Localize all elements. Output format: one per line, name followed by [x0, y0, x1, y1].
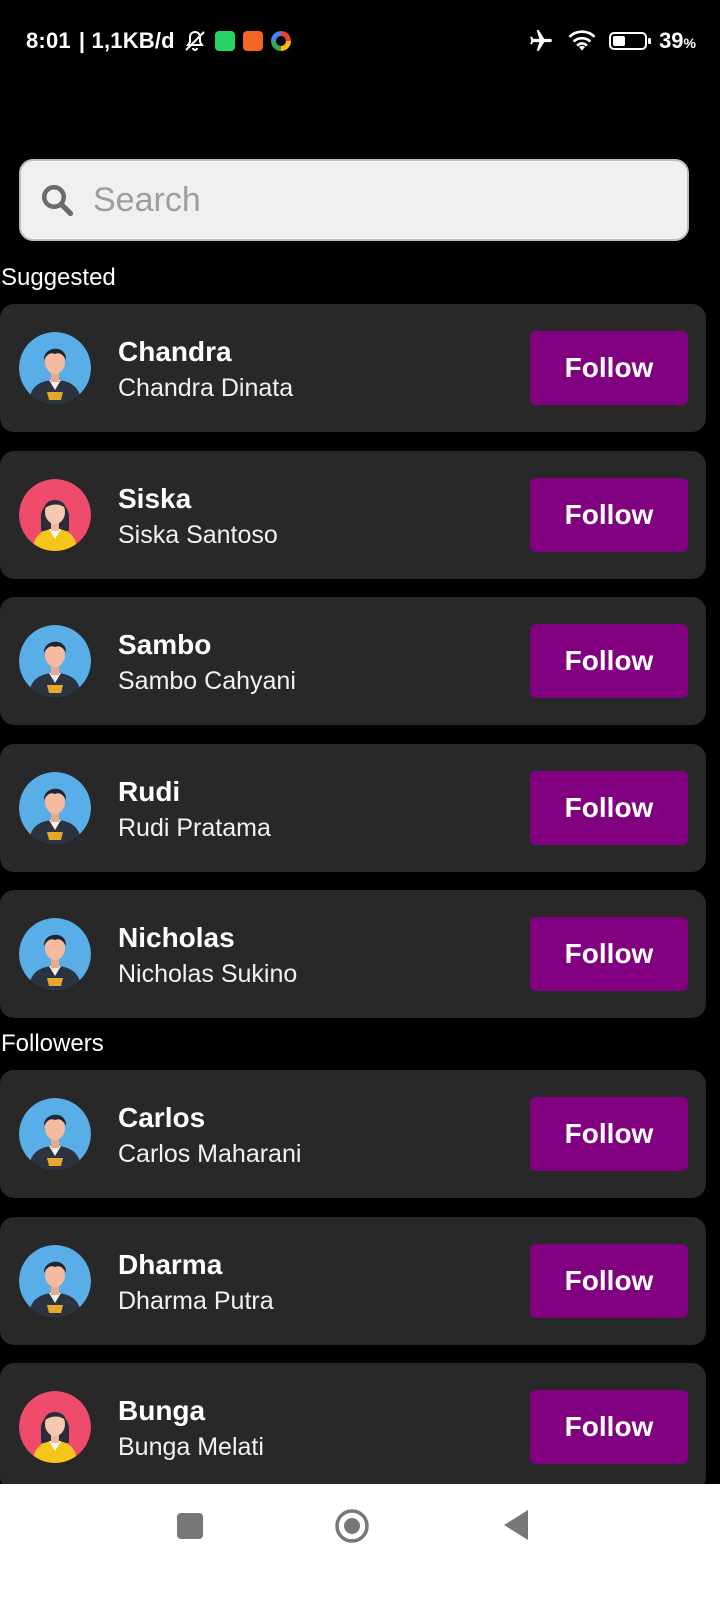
status-bar-right: 39% [527, 28, 696, 54]
username: Carlos [118, 1102, 206, 1133]
follow-button[interactable]: Follow [530, 331, 688, 405]
full-name: Sambo Cahyani [118, 667, 296, 695]
battery-level [613, 36, 625, 46]
avatar [19, 1098, 91, 1170]
status-bar-left: 8:01 | 1,1KB/d [26, 28, 291, 54]
follow-button[interactable]: Follow [530, 1097, 688, 1171]
avatar [19, 918, 91, 990]
user-card[interactable]: Bunga Bunga Melati Follow [0, 1363, 706, 1491]
search-input[interactable] [91, 179, 655, 221]
full-name: Siska Santoso [118, 520, 278, 549]
user-card[interactable]: Chandra Chandra Dinata Follow [0, 304, 706, 432]
avatar [19, 332, 91, 404]
status-bar: 8:01 | 1,1KB/d 39% [0, 0, 720, 86]
home-circle-icon[interactable] [334, 1508, 370, 1544]
user-card[interactable]: Rudi Rudi Pratama Follow [0, 743, 706, 872]
full-name: Nicholas Sukino [118, 960, 298, 988]
back-triangle-icon[interactable] [500, 1508, 530, 1542]
battery-percent: 39% [659, 28, 696, 53]
google-icon [270, 31, 291, 51]
full-name: Bunga Melati [118, 1433, 264, 1461]
follow-button[interactable]: Follow [530, 770, 688, 845]
shopping-bag-icon [242, 31, 263, 51]
follow-button[interactable]: Follow [530, 477, 688, 552]
avatar [19, 1391, 91, 1463]
avatar [19, 1244, 91, 1317]
full-name: Chandra Dinata [118, 374, 294, 402]
username: Dharma [118, 1248, 223, 1280]
username: Chandra [118, 336, 232, 367]
username: Nicholas [118, 922, 235, 953]
bell-off-icon [185, 30, 205, 51]
follow-button[interactable]: Follow [530, 1243, 688, 1318]
clock: 8:01 [26, 28, 71, 53]
network-speed: | 1,1KB/d [78, 28, 175, 53]
recents-square-icon[interactable] [177, 1513, 203, 1539]
full-name: Rudi Pratama [118, 813, 271, 842]
user-card[interactable]: Nicholas Nicholas Sukino Follow [0, 890, 706, 1018]
avatar [19, 625, 91, 697]
avatar [19, 478, 91, 551]
username: Siska [118, 482, 192, 514]
wifi-icon [568, 30, 596, 51]
follow-button[interactable]: Follow [530, 917, 688, 991]
user-card[interactable]: Dharma Dharma Putra Follow [0, 1216, 706, 1345]
followers-section-label: Followers [1, 1030, 104, 1057]
avatar [19, 771, 91, 844]
airplane-icon [530, 30, 552, 51]
user-card[interactable]: Siska Siska Santoso Follow [0, 450, 706, 579]
full-name: Carlos Maharani [118, 1140, 302, 1168]
suggested-section-label: Suggested [1, 264, 116, 291]
search-icon [42, 185, 74, 217]
navigation-bar [0, 1484, 720, 1600]
whatsapp-icon [214, 31, 235, 51]
username: Sambo [118, 629, 212, 660]
user-card[interactable]: Sambo Sambo Cahyani Follow [0, 597, 706, 725]
search-bar[interactable] [19, 159, 689, 241]
follow-button[interactable]: Follow [530, 624, 688, 698]
username: Bunga [118, 1395, 206, 1426]
username: Rudi [118, 775, 181, 807]
full-name: Dharma Putra [118, 1286, 274, 1315]
user-card[interactable]: Carlos Carlos Maharani Follow [0, 1070, 706, 1198]
follow-button[interactable]: Follow [530, 1390, 688, 1464]
battery-icon [609, 32, 652, 50]
